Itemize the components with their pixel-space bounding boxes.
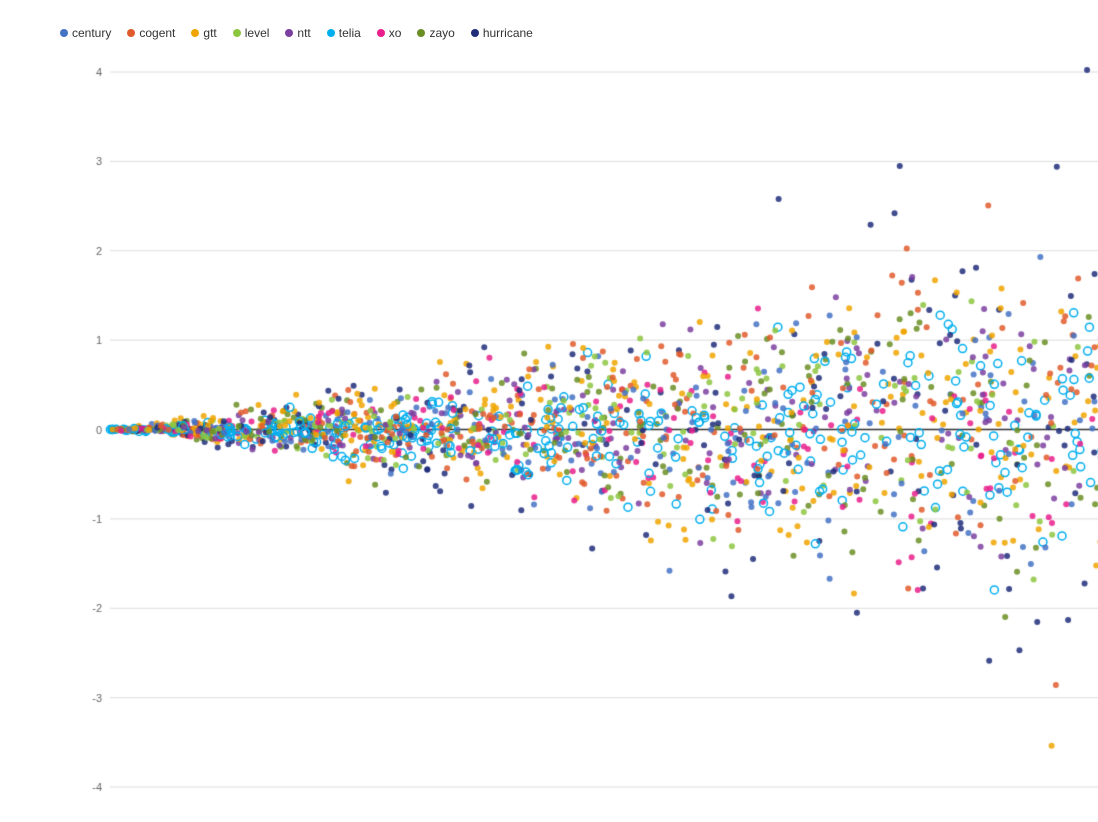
legend-dot-hurricane xyxy=(471,29,479,37)
chart-container: century cogent gtt level ntt telia xo zayo hurri… xyxy=(0,0,1098,769)
legend-item-xo: xo xyxy=(377,26,402,40)
legend-label-telia: telia xyxy=(339,26,361,40)
legend-item-level: level xyxy=(233,26,270,40)
legend-item-gtt: gtt xyxy=(191,26,216,40)
legend-label-ntt: ntt xyxy=(297,26,310,40)
legend-item-zayo: zayo xyxy=(417,26,454,40)
legend-dot-telia xyxy=(327,29,335,37)
legend-label-gtt: gtt xyxy=(203,26,216,40)
legend-dot-level xyxy=(233,29,241,37)
legend-dot-zayo xyxy=(417,29,425,37)
legend-label-zayo: zayo xyxy=(429,26,454,40)
legend-dot-century xyxy=(60,29,68,37)
legend-item-hurricane: hurricane xyxy=(471,26,533,40)
legend-dot-ntt xyxy=(285,29,293,37)
legend-dot-cogent xyxy=(127,29,135,37)
legend-label-xo: xo xyxy=(389,26,402,40)
legend-item-century: century xyxy=(60,26,111,40)
legend-label-century: century xyxy=(72,26,111,40)
scatter-plot xyxy=(60,48,1098,817)
legend-label-level: level xyxy=(245,26,270,40)
chart-legend: century cogent gtt level ntt telia xo zayo hurri… xyxy=(60,26,1078,40)
legend-item-cogent: cogent xyxy=(127,26,175,40)
legend-item-ntt: ntt xyxy=(285,26,310,40)
legend-dot-gtt xyxy=(191,29,199,37)
legend-item-telia: telia xyxy=(327,26,361,40)
legend-dot-xo xyxy=(377,29,385,37)
legend-label-cogent: cogent xyxy=(139,26,175,40)
legend-label-hurricane: hurricane xyxy=(483,26,533,40)
